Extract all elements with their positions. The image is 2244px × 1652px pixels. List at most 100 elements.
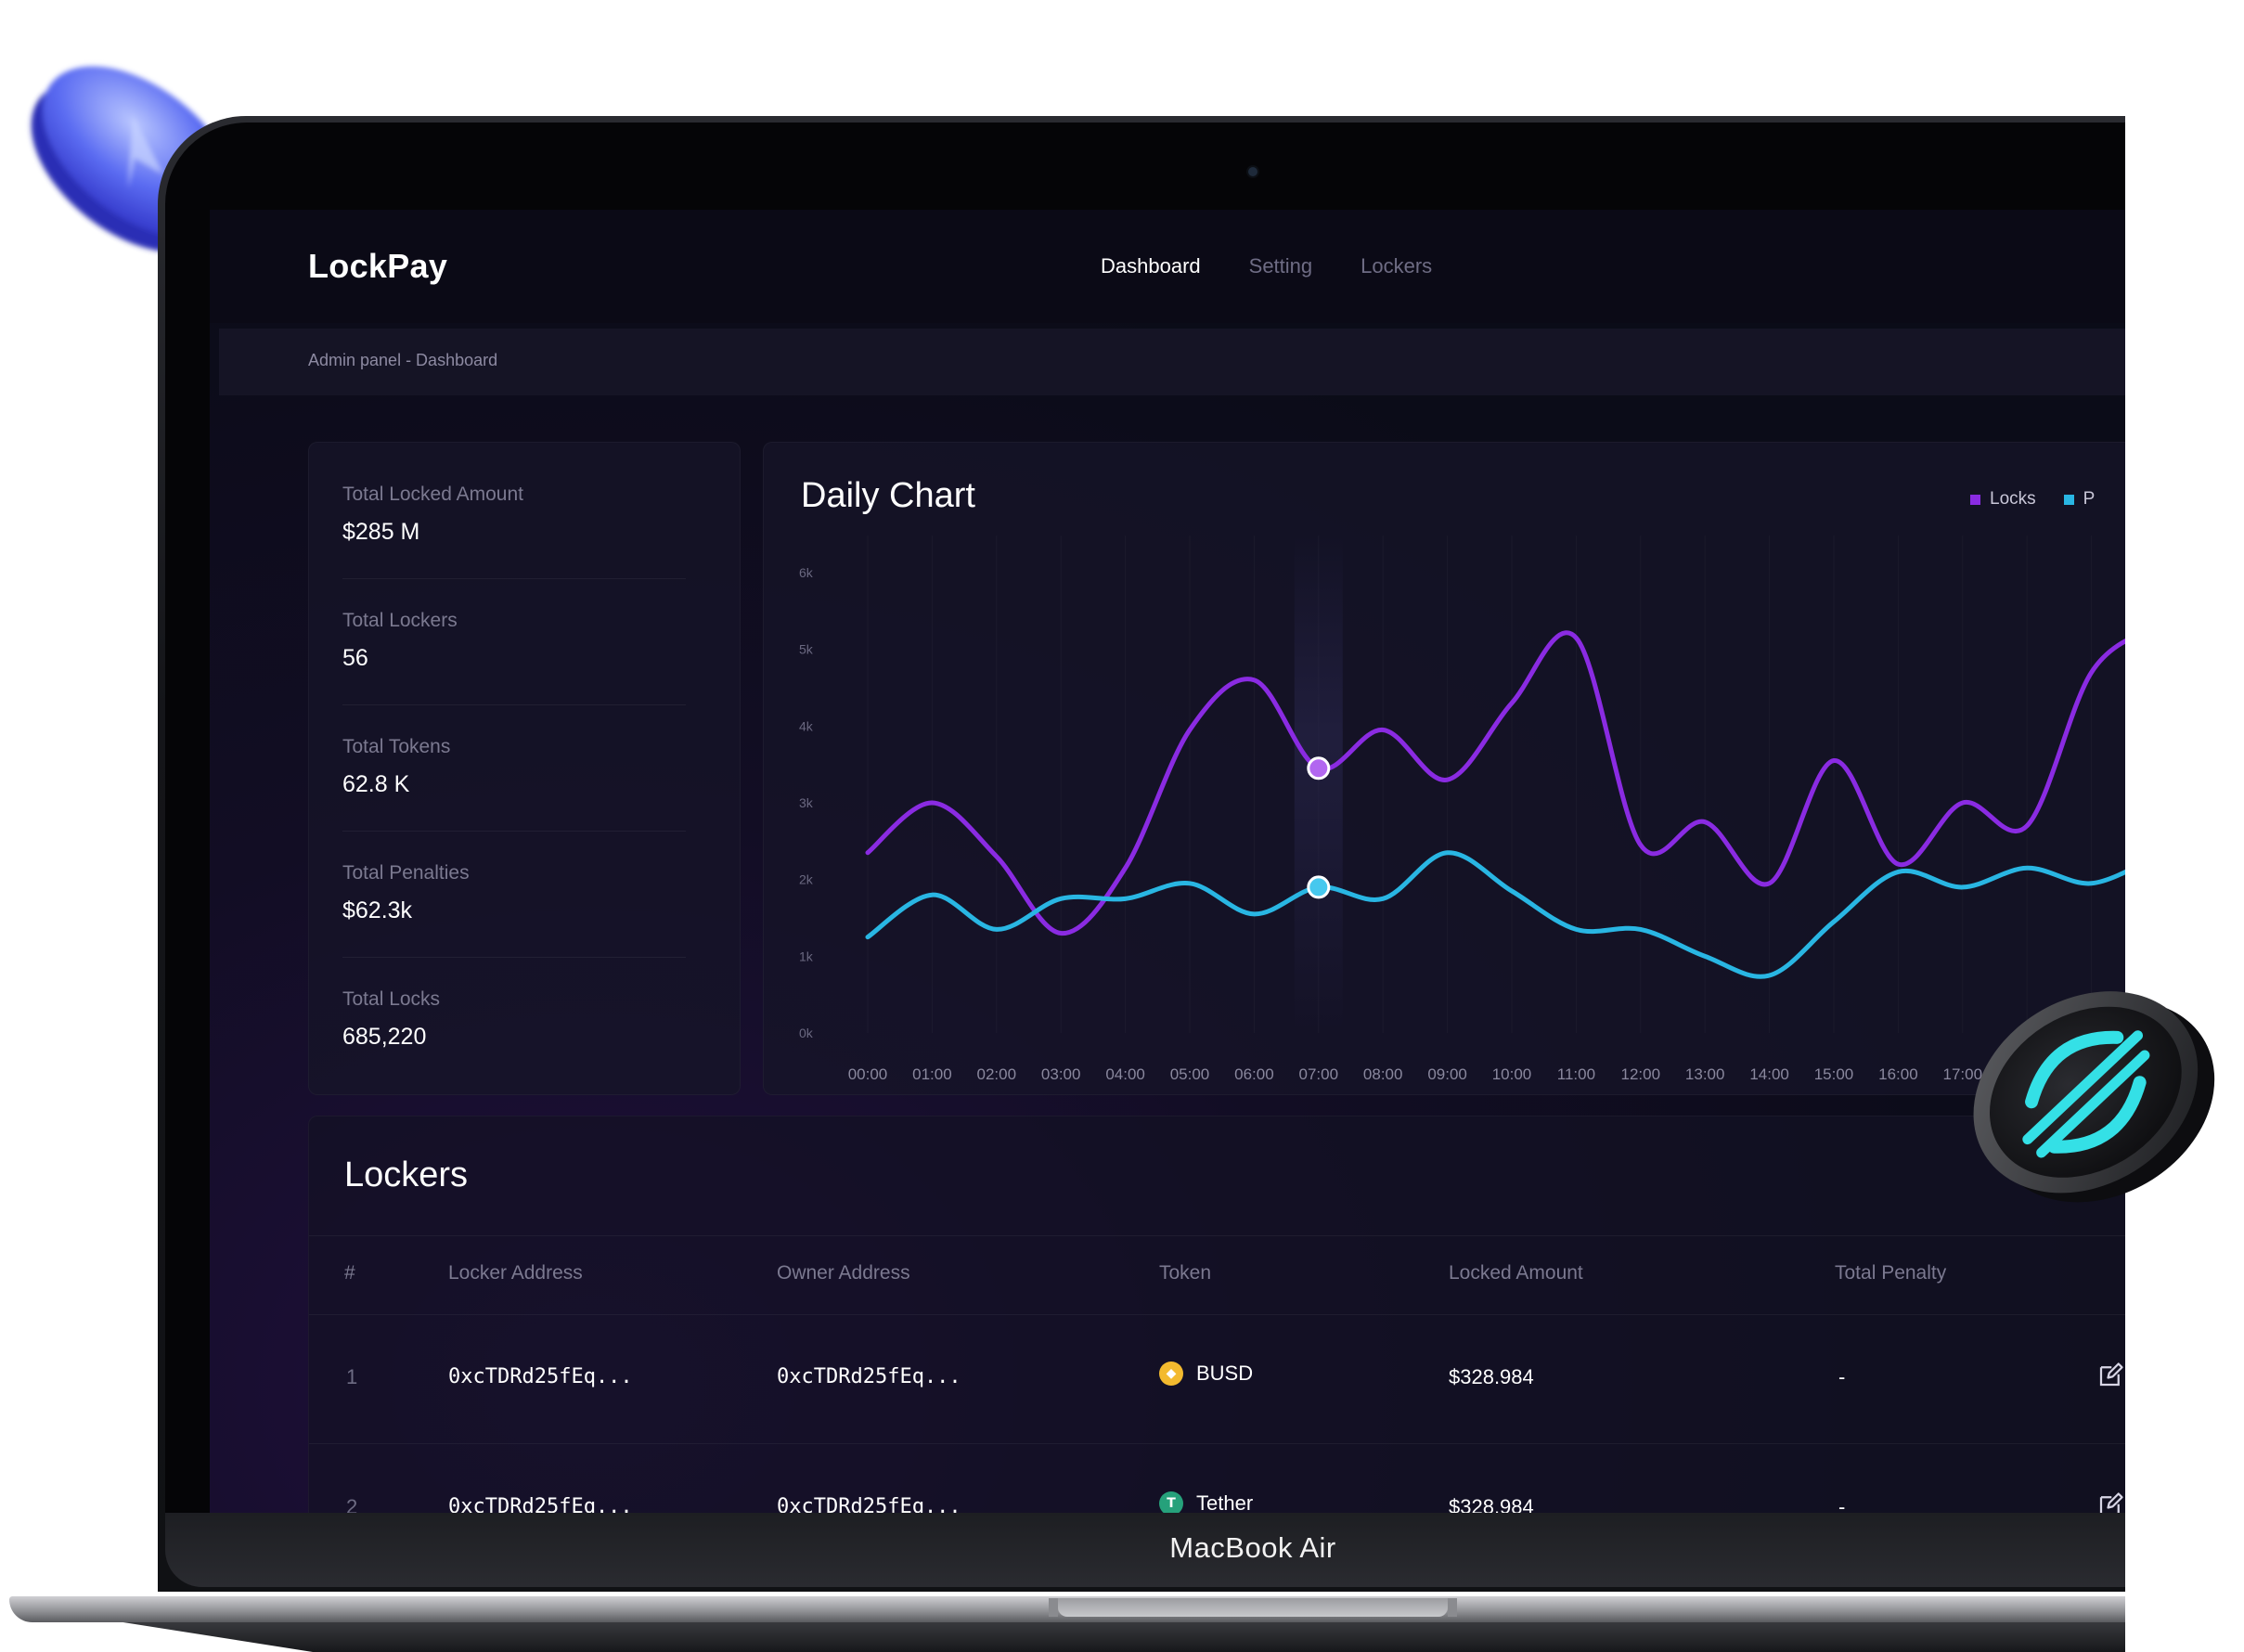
x-tick-label: 08:00: [1363, 1065, 1403, 1083]
data-point-locks: [1058, 931, 1064, 936]
legend-label: P: [2083, 489, 2096, 509]
y-tick-label: 5k: [799, 642, 814, 657]
series-line-p: [865, 850, 2125, 979]
stat-total-lockers: Total Lockers 56: [342, 610, 695, 672]
data-point-locks: [2089, 669, 2095, 675]
data-point-locks: [1445, 777, 1451, 782]
legend-item-p[interactable]: P: [2063, 489, 2096, 510]
x-tick-label: 01:00: [912, 1065, 952, 1083]
data-point-locks: [994, 854, 999, 859]
laptop-screen: LockPay Dashboard Setting Lockers Admin …: [210, 210, 2125, 1515]
x-tick-label: 05:00: [1170, 1065, 1210, 1083]
lockers-card: Lockers # Locker Address Owner Address T…: [308, 1116, 2125, 1515]
total-penalty: -: [1838, 1495, 1846, 1515]
edit-icon[interactable]: [2096, 1491, 2124, 1515]
nav-setting[interactable]: Setting: [1249, 254, 1313, 278]
data-point-locks: [1960, 800, 1966, 806]
data-point-locks: [865, 850, 871, 856]
x-tick-label: 04:00: [1105, 1065, 1145, 1083]
column-header-locker-address[interactable]: Locker Address: [448, 1262, 583, 1284]
token-cell: ◆ BUSD: [1159, 1362, 1253, 1386]
data-point-p: [1573, 926, 1579, 932]
column-header-total-penalty[interactable]: Total Penalty: [1835, 1262, 1946, 1284]
row-index: 1: [346, 1365, 358, 1388]
breadcrumb: Admin panel - Dashboard: [308, 351, 498, 369]
stat-value: 685,220: [342, 1024, 427, 1050]
stats-card: Total Locked Amount $285 M Total Lockers…: [308, 442, 741, 1095]
locked-amount: $328.984: [1449, 1495, 1534, 1515]
data-point-locks: [1895, 861, 1901, 867]
stellar-coin-icon: [1973, 991, 2215, 1203]
column-header-index[interactable]: #: [344, 1262, 355, 1284]
data-point-p: [1831, 919, 1837, 924]
daily-chart-card: 0k 1k 2k 3k 4k 5k 6k 00:00 01:00 02:00 03:00 04:00 0…: [763, 442, 2125, 1095]
tether-icon: T: [1159, 1491, 1183, 1515]
table-row[interactable]: 1 0xcTDRd25fEq... 0xcTDRd25fEq... ◆ BUSD…: [309, 1313, 2125, 1444]
main-nav: Dashboard Setting Lockers: [1101, 254, 1432, 278]
edit-icon[interactable]: [2096, 1362, 2124, 1389]
x-tick-label: 06:00: [1234, 1065, 1274, 1083]
owner-address[interactable]: 0xcTDRd25fEq...: [777, 1365, 961, 1388]
chart-title: Daily Chart: [801, 476, 975, 515]
table-row[interactable]: 2 0xcTDRd25fEq... 0xcTDRd25fEq... T Teth…: [309, 1443, 2125, 1515]
x-tick-label: 14:00: [1749, 1065, 1789, 1083]
stat-label: Total Locked Amount: [342, 484, 523, 505]
data-point-locks: [1702, 820, 1708, 825]
x-tick-label: 13:00: [1685, 1065, 1725, 1083]
x-tick-label: 09:00: [1427, 1065, 1467, 1083]
data-point-locks: [1767, 881, 1773, 886]
divider: [342, 578, 686, 579]
locker-address[interactable]: 0xcTDRd25fEq...: [448, 1495, 633, 1515]
data-point-p: [2024, 865, 2030, 871]
laptop-hinge-notch: [1049, 1598, 1457, 1617]
daily-chart: 0k 1k 2k 3k 4k 5k 6k 00:00 01:00 02:00 03:00 04:00 0…: [799, 536, 2125, 1083]
y-tick-label: 1k: [799, 949, 814, 963]
legend-label: Locks: [1990, 489, 2036, 509]
top-navbar: LockPay Dashboard Setting Lockers: [210, 210, 2125, 323]
stat-label: Total Tokens: [342, 736, 451, 757]
nav-lockers[interactable]: Lockers: [1361, 254, 1432, 278]
app-logo[interactable]: LockPay: [308, 247, 447, 286]
y-tick-label: 3k: [799, 795, 814, 810]
data-point-p: [1702, 953, 1708, 959]
data-point-p: [1638, 926, 1644, 932]
data-point-locks: [1187, 727, 1193, 732]
token-name: Tether: [1196, 1491, 1254, 1515]
stat-total-tokens: Total Tokens 62.8 K: [342, 736, 695, 798]
divider: [342, 704, 686, 705]
y-tick-label: 0k: [799, 1026, 814, 1040]
owner-address[interactable]: 0xcTDRd25fEq...: [777, 1495, 961, 1515]
divider: [342, 831, 686, 832]
x-tick-label: 15:00: [1814, 1065, 1854, 1083]
breadcrumb-bar: Admin panel - Dashboard: [219, 329, 2125, 395]
data-point-p: [2089, 881, 2095, 886]
column-header-owner-address[interactable]: Owner Address: [777, 1262, 910, 1284]
data-point-locks: [1831, 758, 1837, 764]
camera-icon: [1248, 167, 1257, 176]
y-tick-label: 2k: [799, 872, 814, 887]
data-point-p: [1509, 888, 1515, 894]
chart-legend: Locks P: [1970, 489, 2095, 510]
token-name: BUSD: [1196, 1362, 1254, 1385]
row-index: 2: [346, 1495, 358, 1515]
x-tick-label: 12:00: [1621, 1065, 1661, 1083]
device-brand-label: MacBook Air: [1169, 1531, 1336, 1564]
data-point-locks: [1307, 756, 1331, 781]
nav-dashboard[interactable]: Dashboard: [1101, 254, 1201, 278]
locker-address[interactable]: 0xcTDRd25fEq...: [448, 1365, 633, 1388]
stat-label: Total Locks: [342, 988, 441, 1010]
column-header-locked-amount[interactable]: Locked Amount: [1449, 1262, 1583, 1284]
legend-item-locks[interactable]: Locks: [1970, 489, 2036, 510]
data-point-p: [1058, 896, 1064, 901]
total-penalty: -: [1838, 1365, 1846, 1388]
y-tick-label: 4k: [799, 718, 814, 733]
data-point-p: [929, 892, 935, 897]
data-point-p: [1767, 973, 1773, 978]
data-point-p: [1123, 896, 1128, 901]
stat-total-penalties: Total Penalties $62.3k: [342, 862, 695, 924]
data-point-locks: [1251, 678, 1257, 683]
column-header-token[interactable]: Token: [1159, 1262, 1211, 1284]
token-cell: T Tether: [1159, 1491, 1253, 1515]
x-tick-label: 00:00: [848, 1065, 888, 1083]
data-point-p: [1895, 869, 1901, 874]
